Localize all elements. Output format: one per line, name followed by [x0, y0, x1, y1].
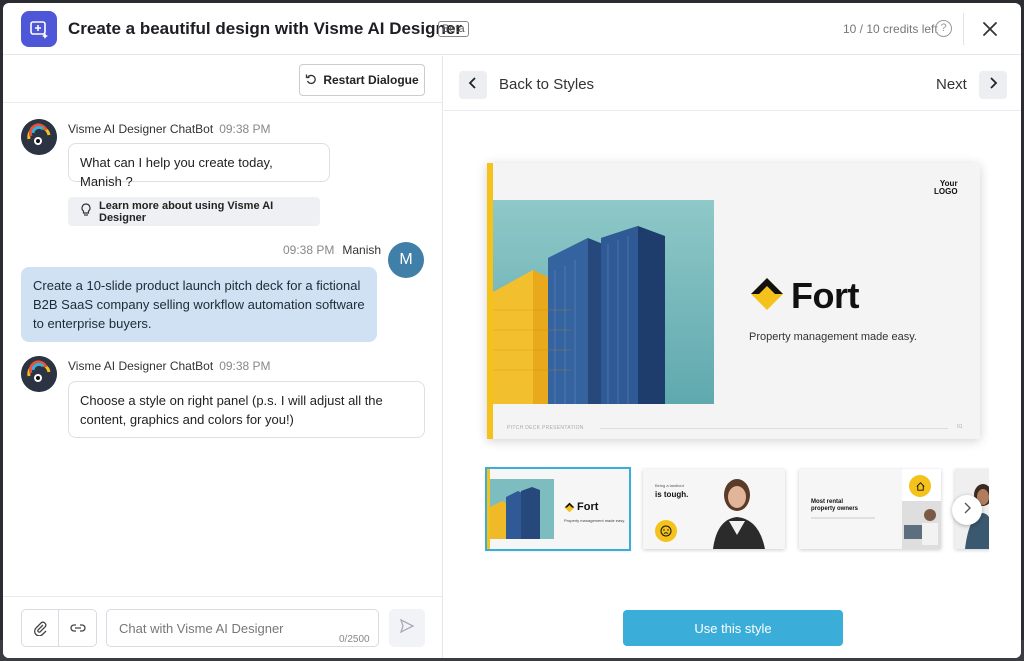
thumbnail-slide-1[interactable]: Fort Property management made easy.: [485, 467, 631, 551]
user-message-bubble: Create a 10-slide product launch pitch d…: [21, 267, 377, 342]
next-label[interactable]: Next: [936, 76, 967, 93]
back-button[interactable]: [459, 71, 487, 99]
sparkle-screen-icon: [21, 11, 57, 47]
chevron-right-icon: [988, 76, 998, 94]
help-icon[interactable]: ?: [935, 20, 952, 37]
credits-counter: 10 / 10 credits left: [843, 22, 938, 36]
style-nav: Back to Styles Next: [444, 56, 1021, 111]
chatbot-avatar: [21, 119, 57, 155]
use-this-style-button[interactable]: Use this style: [623, 610, 843, 646]
ai-designer-modal: Create a beautiful design with Visme AI …: [3, 3, 1021, 658]
chat-panel: Restart Dialogue Visme AI Designer ChatB…: [3, 56, 443, 658]
preview-tagline: Property management made easy.: [749, 331, 917, 343]
message-sender: Visme AI Designer ChatBot 09:38 PM: [68, 359, 271, 373]
worried-face-icon: [655, 520, 677, 542]
thumbnail-slide-2[interactable]: Being a landlord is tough.: [643, 469, 785, 549]
thumbnail-slide-3[interactable]: Most rental property owners: [799, 469, 941, 549]
message-sender: Visme AI Designer ChatBot 09:38 PM: [68, 122, 271, 136]
fort-logo-icon: [749, 276, 785, 317]
modal-header: Create a beautiful design with Visme AI …: [3, 3, 1021, 55]
learn-more-button[interactable]: Learn more about using Visme AI Designer: [68, 197, 320, 226]
next-button[interactable]: [979, 71, 1007, 99]
header-divider: [963, 13, 964, 45]
restart-dialogue-button[interactable]: Restart Dialogue: [299, 64, 425, 96]
preview-footer-label: PITCH DECK PRESENTATION: [507, 425, 584, 431]
chat-composer: 0/2500: [3, 596, 443, 658]
paperclip-icon[interactable]: [22, 610, 60, 646]
thumbnail-next-button[interactable]: [952, 495, 982, 525]
beta-badge: Beta: [438, 21, 469, 37]
home-icon: [909, 475, 931, 497]
attachment-buttons: [21, 609, 97, 647]
style-preview: Your LOGO Fort Property management made e…: [487, 163, 980, 439]
link-icon[interactable]: [59, 610, 96, 646]
chevron-left-icon: [468, 76, 478, 94]
chevron-right-icon: [963, 501, 972, 519]
bot-message-bubble: What can I help you create today, Manish…: [68, 143, 330, 189]
slide-thumbnails: Fort Property management made easy. Bein…: [485, 467, 989, 553]
lightbulb-icon: [80, 203, 92, 220]
your-logo-placeholder: Your LOGO: [934, 179, 958, 196]
back-to-styles-label[interactable]: Back to Styles: [499, 76, 594, 93]
restart-dialogue-label: Restart Dialogue: [323, 73, 419, 87]
preview-page-number: 01: [957, 424, 963, 430]
close-icon[interactable]: [980, 19, 1000, 39]
building-image: [493, 200, 714, 404]
style-panel: Back to Styles Next Your LOGO Fort Prope…: [444, 56, 1021, 658]
user-avatar: M: [388, 242, 424, 278]
preview-footer-line: [600, 428, 948, 429]
fort-brand: Fort: [749, 275, 859, 317]
chatbot-avatar: [21, 356, 57, 392]
restart-icon: [305, 73, 317, 88]
user-message-meta: 09:38 PM Manish: [283, 243, 382, 257]
bot-message-bubble: Choose a style on right panel (p.s. I wi…: [68, 381, 425, 438]
send-icon: [399, 618, 415, 639]
char-counter: 0/2500: [339, 634, 370, 645]
learn-more-label: Learn more about using Visme AI Designer: [99, 199, 274, 224]
modal-title: Create a beautiful design with Visme AI …: [68, 19, 462, 38]
chat-toolbar: Restart Dialogue: [3, 56, 443, 103]
send-button[interactable]: [389, 609, 425, 647]
